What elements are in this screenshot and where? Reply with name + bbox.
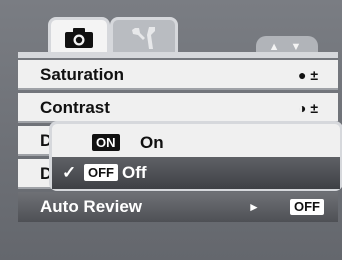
menu-item-saturation[interactable]: Saturation ● ± <box>18 60 338 90</box>
option-label: Off <box>122 163 147 182</box>
camera-icon <box>65 27 93 48</box>
option-label: On <box>140 133 164 152</box>
option-popup: ON On ✓ OFF Off <box>49 121 342 191</box>
value-badge: OFF <box>290 199 324 215</box>
menu-item-label: Contrast <box>40 98 110 117</box>
chevron-right-icon: ► <box>248 200 260 214</box>
off-tag: OFF <box>84 164 118 181</box>
contrast-adjust-icon: ◑ ± <box>297 100 318 116</box>
wrench-screwdriver-icon <box>132 26 155 49</box>
menu-item-label: Saturation <box>40 65 125 84</box>
tab-setup[interactable] <box>110 17 178 55</box>
check-icon: ✓ <box>62 163 77 182</box>
saturation-adjust-icon: ● ± <box>297 67 318 83</box>
camera-menu-screen: ▲ ▼ Saturation ● ± Contrast ◑ ± D D Auto… <box>0 0 342 260</box>
tab-divider <box>18 52 338 58</box>
menu-item-label: Auto Review <box>40 197 143 216</box>
tab-camera[interactable] <box>48 17 110 55</box>
option-on[interactable]: ON On <box>52 127 340 159</box>
on-tag: ON <box>92 134 120 151</box>
menu-item-contrast[interactable]: Contrast ◑ ± <box>18 93 338 123</box>
menu-item-auto-review[interactable]: Auto Review ► OFF <box>18 192 338 222</box>
option-off[interactable]: ✓ OFF Off <box>52 157 340 189</box>
